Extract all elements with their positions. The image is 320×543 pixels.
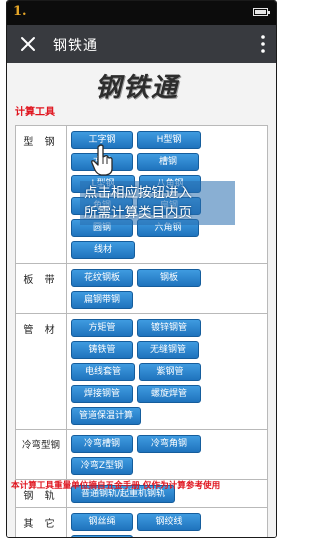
row-cold-formed: 冷弯型钢 冷弯槽钢 冷弯角钢 冷弯Z型钢 [16,430,267,480]
btn-wire-rope[interactable]: 钢丝绳 [71,513,133,531]
btn-copper-pipe[interactable]: 紫钢管 [139,363,201,381]
section-title: 计算工具 [15,107,55,118]
button-group: 方矩管 镀锌钢管 铸铁管 无缝钢管 电线套管 紫钢管 焊接钢管 螺旋焊管 管道保… [67,314,267,429]
btn-cold-z-steel[interactable]: 冷弯Z型钢 [71,457,133,475]
btn-cold-angle[interactable]: 冷弯角钢 [137,435,201,453]
hint-line-1: 点击相应按钮进入 [84,185,192,201]
hint-overlay: 点击相应按钮进入 所需计算类目内页 [80,181,235,225]
page-content: 钢铁通 计算工具 型 钢 工字钢 H型钢 方钢 槽钢 L型钢 八角钢 角钢 扁钢… [7,63,276,537]
btn-flat-strip[interactable]: 扁钢带钢 [71,291,133,309]
category-label: 型 钢 [16,126,67,263]
row-other: 其 它 钢丝绳 钢绞线 钢铝 [16,508,267,537]
more-vert-icon[interactable] [260,34,266,54]
hand-pointer-icon [91,144,113,176]
button-group: 冷弯槽钢 冷弯角钢 冷弯Z型钢 [67,430,267,479]
status-indicator: 1. [13,4,27,19]
btn-checker-plate[interactable]: 花纹钢板 [71,269,133,287]
battery-icon [253,8,270,16]
status-bar: 1. [7,1,276,25]
btn-aluminum[interactable]: 钢铝 [71,535,133,537]
btn-galvanized-pipe[interactable]: 镀锌钢管 [137,319,201,337]
button-group: 钢丝绳 钢绞线 钢铝 [67,508,267,537]
button-group: 花纹钢板 钢板 扁钢带钢 [67,264,267,313]
phone-frame: 1. 钢铁通 钢铁通 计算工具 型 钢 工字钢 H型钢 方钢 槽钢 [6,0,277,538]
app-title: 钢铁通 [53,38,98,54]
btn-rect-tube[interactable]: 方矩管 [71,319,133,337]
category-label: 其 它 [16,508,67,537]
btn-wire-rod[interactable]: 线材 [71,241,135,259]
row-pipes: 管 材 方矩管 镀锌钢管 铸铁管 无缝钢管 电线套管 紫钢管 焊接钢管 螺旋焊管… [16,314,267,430]
close-icon[interactable] [17,33,39,55]
logo: 钢铁通 [95,73,180,103]
btn-h-beam[interactable]: H型钢 [137,131,201,149]
hint-line-2: 所需计算类目内页 [84,205,192,221]
btn-seamless-pipe[interactable]: 无缝钢管 [137,341,199,359]
disclaimer-text: 本计算工具重量单位摘自五金手册 仅作为计算参考使用 [11,481,221,491]
btn-cast-iron-pipe[interactable]: 铸铁管 [71,341,133,359]
btn-insulation-calc[interactable]: 管道保温计算 [71,407,141,425]
btn-welded-pipe[interactable]: 焊接钢管 [71,385,133,403]
btn-cold-channel[interactable]: 冷弯槽钢 [71,435,133,453]
app-bar: 钢铁通 [7,25,276,63]
btn-spiral-pipe[interactable]: 螺旋焊管 [137,385,201,403]
row-plate-strip: 板 带 花纹钢板 钢板 扁钢带钢 [16,264,267,314]
btn-strand[interactable]: 钢绞线 [137,513,201,531]
category-label: 管 材 [16,314,67,429]
btn-steel-plate[interactable]: 钢板 [137,269,201,287]
category-label: 板 带 [16,264,67,313]
btn-channel-steel[interactable]: 槽钢 [137,153,199,171]
btn-conduit[interactable]: 电线套管 [71,363,135,381]
category-label: 冷弯型钢 [16,430,67,479]
